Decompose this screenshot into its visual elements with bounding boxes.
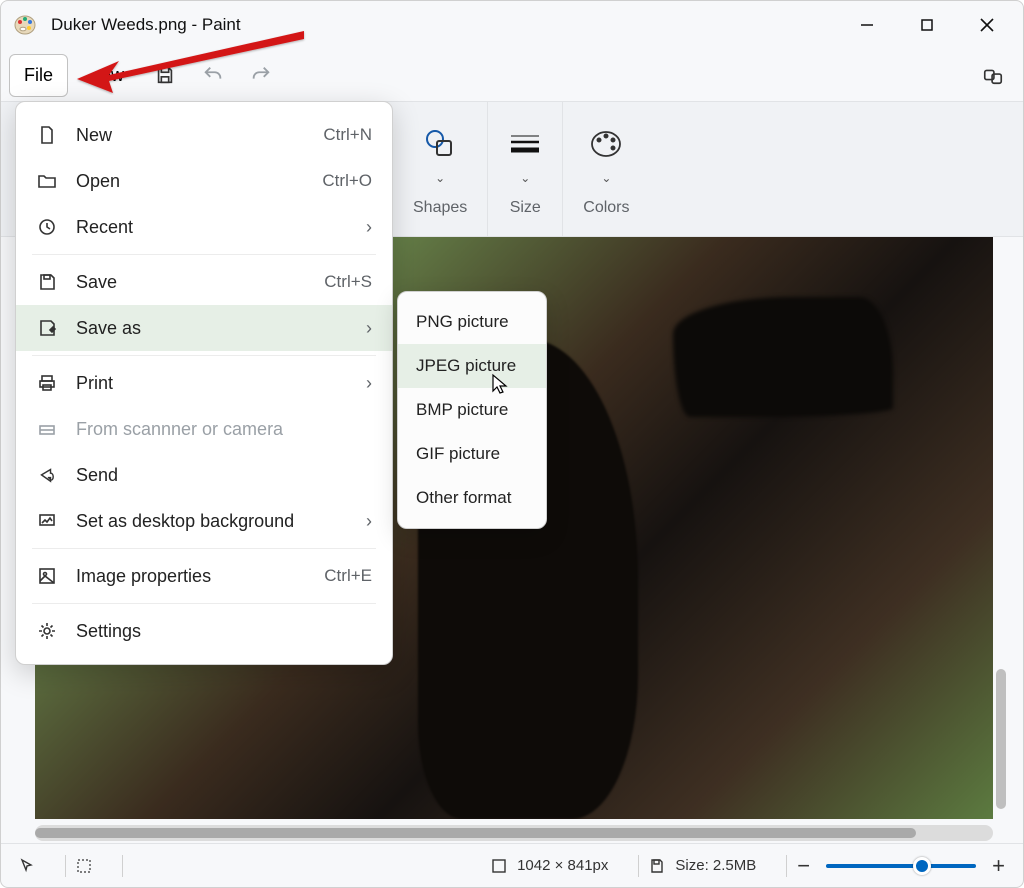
scanner-icon xyxy=(36,419,58,439)
chevron-right-icon: › xyxy=(366,318,372,339)
chevron-down-icon: ⌄ xyxy=(435,171,445,185)
chevron-right-icon: › xyxy=(366,217,372,238)
menu-shortcut: Ctrl+O xyxy=(322,171,372,191)
ribbon-group-size[interactable]: ⌄ Size xyxy=(488,102,563,236)
menu-item-desktop-background[interactable]: Set as desktop background › xyxy=(16,498,392,544)
submenu-item-bmp[interactable]: BMP picture xyxy=(398,388,546,432)
palette-icon xyxy=(589,121,623,167)
menu-label: New xyxy=(76,125,112,146)
menu-label: Open xyxy=(76,171,120,192)
menu-item-image-properties[interactable]: Image properties Ctrl+E xyxy=(16,553,392,599)
menu-shortcut: Ctrl+N xyxy=(323,125,372,145)
gear-icon xyxy=(36,621,58,641)
menu-item-open[interactable]: Open Ctrl+O xyxy=(16,158,392,204)
minimize-button[interactable] xyxy=(855,13,879,37)
menu-label: Settings xyxy=(76,621,141,642)
maximize-button[interactable] xyxy=(915,13,939,37)
menu-item-save-as[interactable]: Save as › xyxy=(16,305,392,351)
redo-button[interactable] xyxy=(239,53,283,97)
menu-shortcut: Ctrl+E xyxy=(324,566,372,586)
menu-shortcut: Ctrl+S xyxy=(324,272,372,292)
undo-button[interactable] xyxy=(191,53,235,97)
menu-item-send[interactable]: Send xyxy=(16,452,392,498)
window-title: Duker Weeds.png - Paint xyxy=(51,15,241,35)
cursor-position-tool xyxy=(19,858,55,874)
menu-label: Send xyxy=(76,465,118,486)
chevron-right-icon: › xyxy=(366,373,372,394)
image-properties-icon xyxy=(36,566,58,586)
chevron-right-icon: › xyxy=(366,511,372,532)
close-button[interactable] xyxy=(975,13,999,37)
menu-label: Recent xyxy=(76,217,133,238)
view-menu-button[interactable]: ew xyxy=(72,54,139,97)
vertical-scrollbar[interactable] xyxy=(993,237,1009,819)
menu-item-recent[interactable]: Recent › xyxy=(16,204,392,250)
print-icon xyxy=(36,373,58,393)
menu-label: Image properties xyxy=(76,566,211,587)
menu-item-new[interactable]: New Ctrl+N xyxy=(16,112,392,158)
submenu-item-jpeg[interactable]: JPEG picture xyxy=(398,344,546,388)
window: Duker Weeds.png - Paint File ew xyxy=(0,0,1024,888)
share-icon xyxy=(36,465,58,485)
file-dropdown-menu: New Ctrl+N Open Ctrl+O Recent › Save Ctr… xyxy=(15,101,393,665)
zoom-out-button[interactable]: − xyxy=(797,853,810,879)
titlebar: Duker Weeds.png - Paint xyxy=(1,1,1023,49)
folder-icon xyxy=(36,171,58,191)
save-as-submenu: PNG picture JPEG picture BMP picture GIF… xyxy=(397,291,547,529)
ribbon-label: Size xyxy=(510,199,541,217)
menubar: File ew xyxy=(1,49,1023,101)
selection-size xyxy=(76,858,112,874)
menu-label: Save xyxy=(76,272,117,293)
desktop-icon xyxy=(36,511,58,531)
zoom-controls: − + xyxy=(797,853,1005,879)
copilot-button[interactable] xyxy=(971,53,1015,97)
ribbon-label: Colors xyxy=(583,199,629,217)
image-dimensions: 1042 × 841px xyxy=(491,857,628,874)
chevron-down-icon: ⌄ xyxy=(520,171,530,185)
submenu-item-gif[interactable]: GIF picture xyxy=(398,432,546,476)
zoom-in-button[interactable]: + xyxy=(992,853,1005,879)
chevron-down-icon: ⌄ xyxy=(601,171,611,185)
menu-label: Set as desktop background xyxy=(76,511,294,532)
menu-item-settings[interactable]: Settings xyxy=(16,608,392,654)
menu-item-save[interactable]: Save Ctrl+S xyxy=(16,259,392,305)
menu-label: Save as xyxy=(76,318,141,339)
menu-label: From scannner or camera xyxy=(76,419,283,440)
statusbar: 1042 × 841px Size: 2.5MB − + xyxy=(1,843,1023,887)
submenu-item-png[interactable]: PNG picture xyxy=(398,300,546,344)
file-new-icon xyxy=(36,125,58,145)
shapes-icon xyxy=(423,121,457,167)
file-menu-button[interactable]: File xyxy=(9,54,68,97)
window-controls xyxy=(855,13,1011,37)
menu-label: Print xyxy=(76,373,113,394)
ribbon-group-shapes[interactable]: ⌄ Shapes xyxy=(393,102,488,236)
clock-icon xyxy=(36,217,58,237)
file-size: Size: 2.5MB xyxy=(649,857,776,874)
ribbon-group-colors[interactable]: ⌄ Colors xyxy=(563,102,649,236)
horizontal-scrollbar[interactable] xyxy=(35,825,993,841)
menu-item-scanner: From scannner or camera xyxy=(16,406,392,452)
save-icon xyxy=(36,272,58,292)
submenu-item-other[interactable]: Other format xyxy=(398,476,546,520)
ribbon-label: Shapes xyxy=(413,199,467,217)
file-size-text: Size: 2.5MB xyxy=(675,857,756,874)
paint-app-icon xyxy=(13,13,37,37)
dimensions-text: 1042 × 841px xyxy=(517,857,608,874)
save-as-icon xyxy=(36,318,58,338)
zoom-slider[interactable] xyxy=(826,864,976,868)
line-size-icon xyxy=(508,121,542,167)
save-toolbar-button[interactable] xyxy=(143,53,187,97)
menu-item-print[interactable]: Print › xyxy=(16,360,392,406)
